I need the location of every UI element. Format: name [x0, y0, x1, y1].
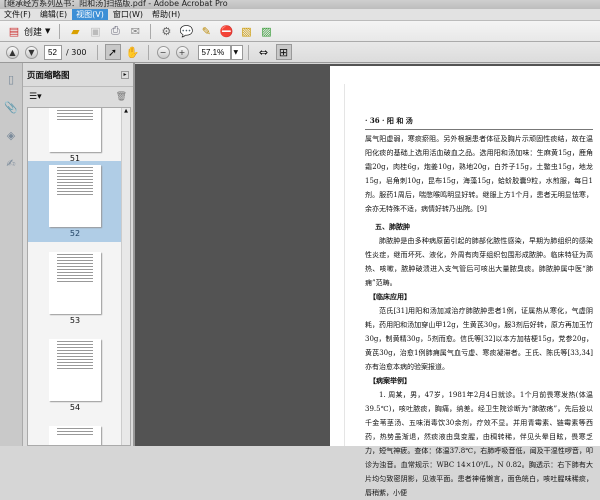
zoom-dropdown[interactable]: ▼ — [230, 44, 243, 60]
thumbnail-55[interactable] — [28, 426, 122, 445]
divider — [150, 23, 152, 39]
signatures-icon[interactable]: ✍ — [3, 155, 19, 171]
sign-icon[interactable]: ✎ — [198, 23, 214, 39]
menu-file[interactable]: 文件(F) — [0, 9, 35, 20]
page-thumbnails-panel: 页面缩略图 ▸ ☰▾ 🗑 51 52 53 54 ▲ — [23, 63, 135, 446]
thumbnail-52[interactable]: 52 — [28, 161, 122, 242]
page-content: · 36 · 阳 和 汤 属气阳虚弱，寒痰瘀阻。另外根据患者体征及胸片示顽固性痰… — [365, 114, 593, 500]
zoom-out-button[interactable]: − — [156, 45, 170, 59]
next-page-button[interactable]: ▼ — [25, 45, 38, 59]
page-total: / 300 — [66, 47, 87, 57]
navigation-toolbar: ▲ ▼ / 300 ➚ ✋ − + ▼ ⇔ ⊞ — [0, 42, 600, 63]
print-icon[interactable]: ⎙ — [107, 23, 123, 39]
comment-icon[interactable]: 💬 — [178, 23, 194, 39]
thumbnail-51[interactable]: 51 — [28, 108, 122, 163]
thumbnail-options-icon[interactable]: ☰▾ — [29, 92, 42, 102]
hand-tool-icon[interactable]: ✋ — [125, 44, 141, 60]
menu-help[interactable]: 帮助(H) — [148, 9, 184, 20]
paragraph: 属气阳虚弱，寒痰瘀阻。另外根据患者体征及胸片示顽固性痰结，故在温阳化痰的基础上选… — [365, 135, 593, 213]
menu-view[interactable]: 视图(V) — [72, 9, 108, 20]
review-document-icon[interactable]: ▧ — [238, 23, 254, 39]
attachments-icon[interactable]: 📎 — [3, 99, 19, 115]
fit-page-icon[interactable]: ⊞ — [275, 44, 292, 60]
page-margin-line — [344, 84, 345, 446]
pdf-page: · 36 · 阳 和 汤 属气阳虚弱，寒痰瘀阻。另外根据患者体征及胸片示顽固性痰… — [330, 66, 600, 497]
thumbnail-scrollbar[interactable]: ▲ — [121, 108, 130, 445]
navigation-pane-strip: ▯ 📎 ◈ ✍ — [0, 63, 23, 446]
previous-page-button[interactable]: ▲ — [6, 45, 19, 59]
zoom-level-input[interactable] — [197, 44, 231, 60]
menu-bar: 文件(F) 编辑(E) 视图(V) 窗口(W) 帮助(H) — [0, 9, 600, 21]
fit-width-icon[interactable]: ⇔ — [256, 44, 272, 60]
chevron-down-icon: ▼ — [45, 27, 51, 35]
create-pdf-icon: ▤ — [8, 24, 20, 38]
document-viewport[interactable]: · 36 · 阳 和 汤 属气阳虚弱，寒痰瘀阻。另外根据患者体征及胸片示顽固性痰… — [135, 64, 600, 497]
close-panel-button[interactable]: ▸ — [121, 70, 129, 79]
page-number-input[interactable] — [44, 44, 62, 60]
subsection-heading: 【病案举例】 — [369, 376, 411, 385]
secure-document-icon[interactable]: ⛔ — [218, 23, 234, 39]
window-title: [继承经方系列丛书：阳和汤]扫描版.pdf - Adobe Acrobat Pr… — [0, 0, 600, 9]
zoom-in-button[interactable]: + — [175, 45, 189, 59]
page-thumbnails-icon[interactable]: ▯ — [3, 71, 19, 87]
menu-edit[interactable]: 编辑(E) — [36, 9, 71, 20]
export-document-icon[interactable]: ▨ — [258, 23, 274, 39]
thumbnail-54[interactable]: 54 — [28, 339, 122, 412]
subsection-heading: 【临床应用】 — [369, 292, 411, 301]
save-icon[interactable]: ▣ — [87, 23, 103, 39]
section-heading: 五、肺脓肿 — [375, 222, 410, 231]
divider — [247, 44, 249, 60]
panel-title: 页面缩略图 — [27, 70, 70, 81]
divider — [96, 44, 98, 60]
select-tool-icon[interactable]: ➚ — [104, 44, 121, 60]
layers-icon[interactable]: ◈ — [3, 127, 19, 143]
thumbnail-list: 51 52 53 54 ▲ — [27, 107, 131, 446]
divider — [147, 44, 149, 60]
running-header: · 36 · 阳 和 汤 — [365, 114, 593, 130]
paragraph: 1. 周某，男，47岁，1981年2月4日就诊。1个月前畏寒发热(体温39.5℃… — [365, 391, 593, 497]
create-button[interactable]: ▤ 创建 ▼ — [4, 23, 51, 39]
open-folder-icon[interactable]: ▰ — [67, 23, 83, 39]
divider — [59, 23, 61, 39]
paragraph: 范氏[31]用阳和汤加减治疗肺脓肿患者1例，证属热从寒化，气虚阴耗，药用阳和汤加… — [365, 307, 593, 371]
thumbnail-53[interactable]: 53 — [28, 252, 122, 325]
paragraph: 肺脓肿是由多种病原菌引起的肺部化脓性感染，早期为肺组织的感染性炎症，继而坏死、液… — [365, 237, 593, 287]
email-icon[interactable]: ✉ — [127, 23, 143, 39]
main-toolbar: ▤ 创建 ▼ ▰ ▣ ⎙ ✉ ⚙ 💬 ✎ ⛔ ▧ ▨ — [0, 21, 600, 42]
gear-icon[interactable]: ⚙ — [158, 23, 174, 39]
menu-window[interactable]: 窗口(W) — [109, 9, 147, 20]
trash-icon[interactable]: 🗑 — [116, 92, 127, 102]
